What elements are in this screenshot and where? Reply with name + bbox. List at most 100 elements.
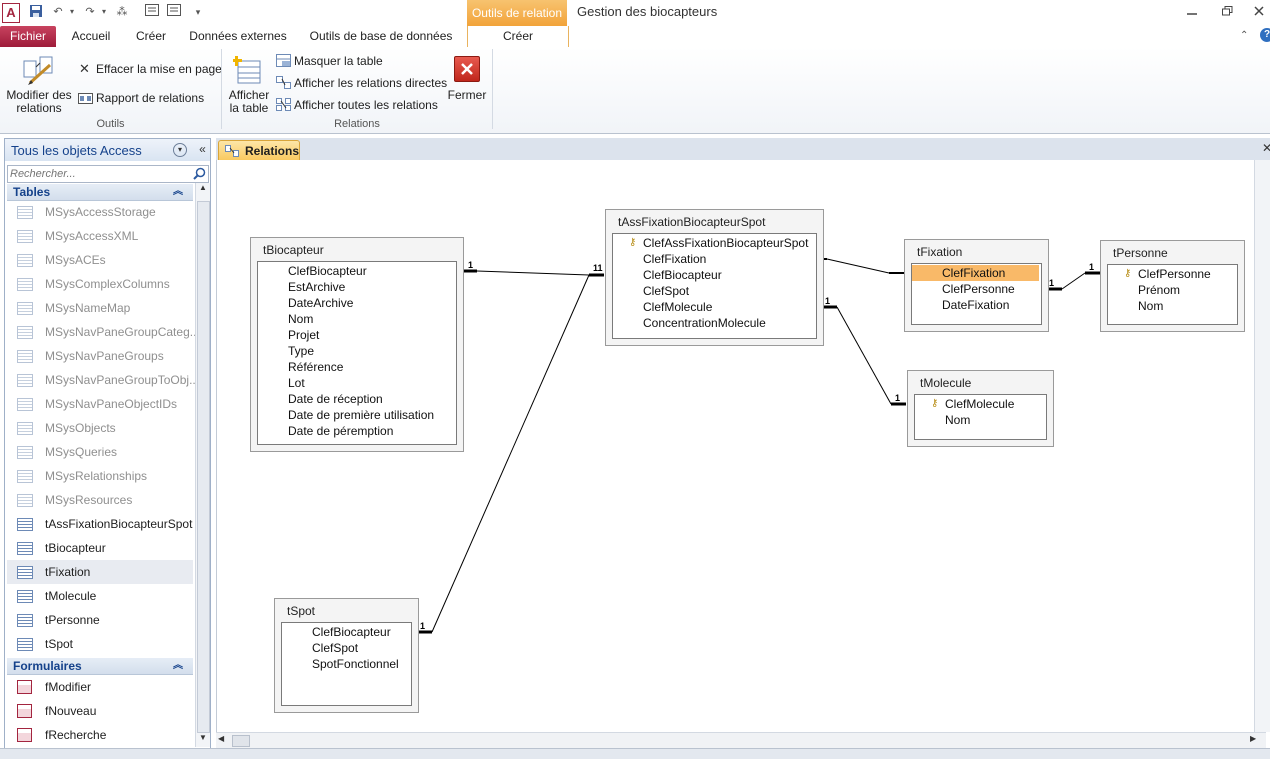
table-field[interactable]: ⚷ ClefPersonne — [1108, 266, 1235, 282]
nav-menu-dropdown-icon[interactable]: ▾ — [173, 143, 187, 157]
nav-table-item[interactable]: MSysNavPaneGroupToObj... — [7, 368, 199, 392]
table-field[interactable]: ClefBiocapteur — [613, 267, 814, 283]
scroll-left-icon[interactable]: ◀ — [218, 734, 224, 743]
access-logo-icon[interactable]: A — [2, 3, 20, 23]
table-box-tAss[interactable]: tAssFixationBiocapteurSpot ⚷ ClefAssFixati… — [605, 209, 824, 346]
relationship-report-button[interactable]: Rapport de relations — [96, 91, 204, 105]
restore-icon[interactable] — [1216, 4, 1238, 20]
nav-table-item[interactable]: MSysNavPaneGroups — [7, 344, 193, 368]
relationships-canvas[interactable]: 1 11 1 1 1 1 1 tBiocapteur ClefBiocapteur… — [216, 160, 1270, 746]
table-field[interactable]: DateFixation — [912, 297, 1039, 313]
table-box-title[interactable]: tMolecule — [920, 376, 971, 390]
nav-section-forms[interactable]: Formulaires ︽ — [7, 658, 193, 675]
table-field[interactable]: Lot — [258, 375, 454, 391]
minimize-icon[interactable] — [1181, 4, 1203, 20]
scroll-thumb[interactable] — [197, 201, 210, 733]
help-icon[interactable]: ? — [1260, 28, 1270, 42]
redo-dropdown-icon[interactable]: ▾ — [96, 4, 112, 20]
close-document-icon[interactable]: ✕ — [1262, 141, 1270, 155]
nav-table-item[interactable]: tAssFixationBiocapteurSpot — [7, 512, 193, 536]
scroll-down-icon[interactable]: ▼ — [196, 733, 210, 747]
table-field[interactable]: Projet — [258, 327, 454, 343]
tab-fichier[interactable]: Fichier — [0, 26, 56, 47]
nav-table-item[interactable]: MSysQueries — [7, 440, 193, 464]
vertical-scrollbar[interactable] — [1254, 160, 1270, 732]
tab-outils-base-de-donnees[interactable]: Outils de base de données — [302, 26, 460, 47]
table-field[interactable]: Date de première utilisation — [258, 407, 454, 423]
nav-table-item[interactable]: MSysResources — [7, 488, 193, 512]
collapse-section-icon[interactable]: ︽ — [173, 658, 183, 674]
shutter-bar-icon[interactable]: « — [195, 139, 210, 161]
table-field[interactable]: ⚷ ClefMolecule — [915, 396, 1044, 412]
table-field[interactable]: Nom — [915, 412, 1044, 428]
nav-table-item[interactable]: MSysNavPaneGroupCateg... — [7, 320, 200, 344]
table-field[interactable]: ClefFixation — [613, 251, 814, 267]
table-field[interactable]: ⚷ ClefAssFixationBiocapteurSpot — [613, 235, 814, 251]
show-table-icon[interactable] — [231, 53, 263, 85]
table-field[interactable]: Nom — [1108, 298, 1235, 314]
undo-dropdown-icon[interactable]: ▾ — [64, 4, 80, 20]
collapse-ribbon-icon[interactable]: ⌃ — [1240, 30, 1248, 41]
nav-table-item[interactable]: MSysComplexColumns — [7, 272, 193, 296]
horizontal-scrollbar[interactable]: ◀ ▶ — [216, 732, 1266, 748]
nav-table-item[interactable]: MSysNameMap — [7, 296, 193, 320]
nav-form-item[interactable]: fModifier — [7, 675, 193, 699]
table-field[interactable]: ClefBiocapteur — [258, 263, 454, 279]
tab-accueil[interactable]: Accueil — [64, 26, 118, 47]
search-icon[interactable] — [193, 167, 206, 183]
scroll-thumb[interactable] — [232, 735, 250, 747]
table-field[interactable]: ClefSpot — [282, 640, 409, 656]
nav-table-item[interactable]: tFixation — [7, 560, 193, 584]
nav-table-item[interactable]: tBiocapteur — [7, 536, 193, 560]
close-window-icon[interactable] — [1248, 4, 1270, 20]
table-field[interactable]: ClefPersonne — [912, 281, 1039, 297]
table-field[interactable]: Date de péremption — [258, 423, 454, 439]
nav-table-item[interactable]: MSysObjects — [7, 416, 193, 440]
table-field[interactable]: Type — [258, 343, 454, 359]
tab-creer[interactable]: Créer — [126, 26, 176, 47]
table-box-title[interactable]: tAssFixationBiocapteurSpot — [618, 215, 765, 229]
direct-relationships-button[interactable]: Afficher les relations directes — [294, 76, 447, 90]
clear-layout-button[interactable]: Effacer la mise en page — [96, 62, 222, 76]
nav-table-item[interactable]: MSysAccessXML — [7, 224, 193, 248]
all-relationships-button[interactable]: Afficher toutes les relations — [294, 98, 438, 112]
nav-search-input[interactable] — [10, 166, 190, 182]
customize-qat-icon[interactable]: ▾ — [190, 4, 206, 20]
table-field[interactable]: EstArchive — [258, 279, 454, 295]
table-box-tBiocapteur[interactable]: tBiocapteur ClefBiocapteur EstArchive DateA… — [250, 237, 464, 452]
table-field[interactable]: DateArchive — [258, 295, 454, 311]
scroll-up-icon[interactable]: ▲ — [196, 183, 210, 197]
table-box-title[interactable]: tSpot — [287, 604, 315, 618]
table-field[interactable]: ConcentrationMolecule — [613, 315, 814, 331]
table-box-title[interactable]: tFixation — [917, 245, 962, 259]
export-icon[interactable] — [144, 4, 160, 20]
table-field[interactable]: ClefMolecule — [613, 299, 814, 315]
close-relations-button[interactable]: Fermer — [444, 89, 490, 102]
tab-relations-document[interactable]: Relations — [218, 140, 300, 161]
show-table-button[interactable]: Afficher la table — [226, 89, 272, 115]
nav-form-item[interactable]: fNouveau — [7, 699, 193, 723]
table-field[interactable]: ClefSpot — [613, 283, 814, 299]
table-field[interactable]: Nom — [258, 311, 454, 327]
table-field[interactable]: Prénom — [1108, 282, 1235, 298]
table-box-tPersonne[interactable]: tPersonne ⚷ ClefPersonne Prénom Nom — [1100, 240, 1245, 332]
view-options-icon[interactable]: ⁂ — [114, 4, 130, 20]
edit-relationships-icon[interactable] — [22, 53, 56, 87]
table-field[interactable]: ClefFixation — [912, 265, 1039, 281]
hide-table-button[interactable]: Masquer la table — [294, 54, 383, 68]
nav-scrollbar[interactable]: ▲ ▼ — [195, 183, 210, 747]
save-icon[interactable] — [28, 4, 44, 20]
table-field[interactable]: Date de réception — [258, 391, 454, 407]
nav-pane-header[interactable]: Tous les objets Access ▾ — [5, 139, 195, 161]
table-field[interactable]: SpotFonctionnel — [282, 656, 409, 672]
nav-form-item[interactable]: fRecherche — [7, 723, 193, 747]
table-field[interactable]: Référence — [258, 359, 454, 375]
import-icon[interactable] — [166, 4, 182, 20]
nav-table-item[interactable]: tPersonne — [7, 608, 193, 632]
nav-table-item[interactable]: MSysACEs — [7, 248, 193, 272]
table-box-tSpot[interactable]: tSpot ClefBiocapteur ClefSpot SpotFonctionn… — [274, 598, 419, 713]
edit-relationships-button[interactable]: Modifier des relations — [4, 89, 74, 115]
table-box-tFixation[interactable]: tFixation ClefFixation ClefPersonne DateFix… — [904, 239, 1049, 332]
table-box-tMolecule[interactable]: tMolecule ⚷ ClefMolecule Nom — [907, 370, 1054, 447]
table-field[interactable]: ClefBiocapteur — [282, 624, 409, 640]
